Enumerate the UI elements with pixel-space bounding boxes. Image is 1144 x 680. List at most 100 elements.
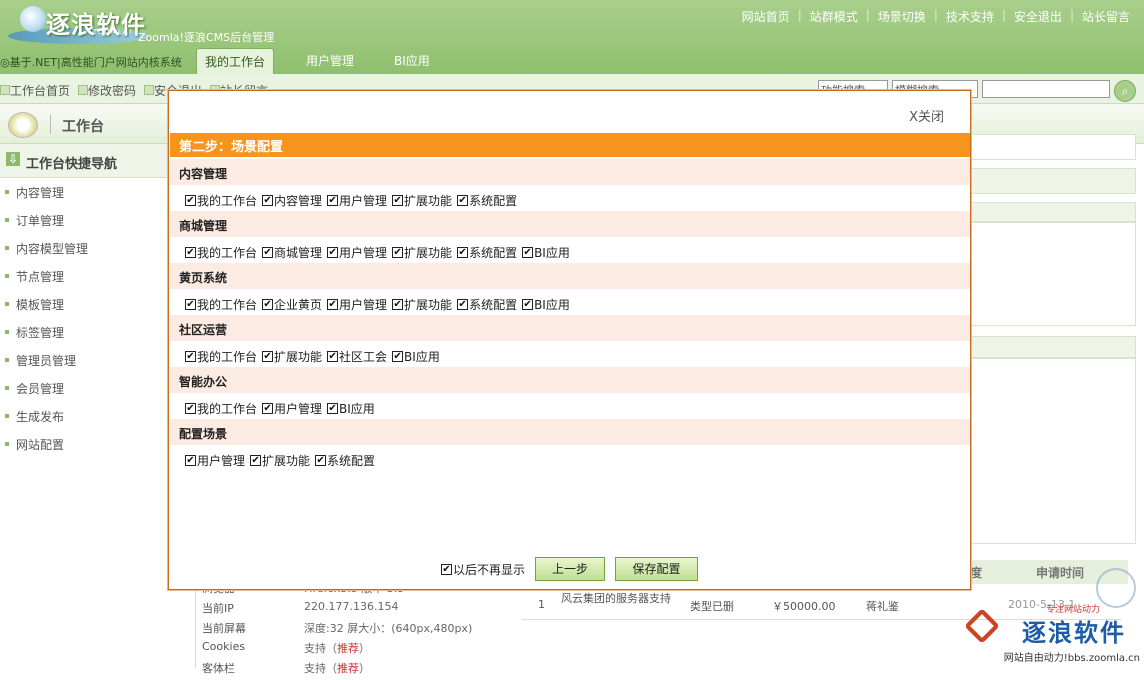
option-checkbox[interactable]: ✔ 企业黄页 [262, 294, 322, 315]
checkbox[interactable]: ✔ [327, 403, 339, 414]
client-info: 浏览器Firefox3.5 版本 3.5 当前IP220.177.136.154… [196, 580, 522, 675]
checkbox[interactable]: ✔ [522, 247, 534, 258]
option-label: 我的工作台 [197, 298, 258, 312]
option-label: 商城管理 [274, 246, 323, 260]
option-checkbox[interactable]: ✔ 我的工作台 [185, 190, 257, 211]
tab-users[interactable]: 用户管理 [298, 48, 362, 74]
top-link-logout[interactable]: 安全退出 [1006, 8, 1070, 25]
section-options: ✔ 我的工作台 ✔ 商城管理 ✔ 用户管理 ✔ 扩展功能 ✔ 系统配置 ✔ BI应用 [170, 237, 970, 263]
option-checkbox[interactable]: ✔ 系统配置 [315, 450, 375, 471]
checkbox[interactable]: ✔ [250, 455, 262, 466]
checkbox[interactable]: ✔ [185, 195, 196, 206]
sidebar-item-publish[interactable]: 生成发布 [0, 402, 195, 430]
checkbox[interactable]: ✔ [262, 195, 274, 206]
checkbox[interactable]: ✔ [457, 195, 469, 206]
option-checkbox[interactable]: ✔ 我的工作台 [185, 294, 257, 315]
option-checkbox[interactable]: ✔ 系统配置 [457, 190, 517, 211]
option-checkbox[interactable]: ✔ 扩展功能 [392, 190, 452, 211]
sidebar-item-content[interactable]: 内容管理 [0, 178, 195, 206]
option-checkbox[interactable]: ✔ 我的工作台 [185, 398, 257, 419]
checkbox[interactable]: ✔ [185, 299, 196, 310]
option-checkbox[interactable]: ✔ 系统配置 [457, 294, 517, 315]
option-checkbox[interactable]: ✔ BI应用 [522, 242, 570, 263]
option-checkbox[interactable]: ✔ 我的工作台 [185, 346, 257, 367]
option-checkbox[interactable]: ✔ 内容管理 [262, 190, 322, 211]
option-checkbox[interactable]: ✔ 社区工会 [327, 346, 387, 367]
option-checkbox[interactable]: ✔ 我的工作台 [185, 242, 257, 263]
checkbox[interactable]: ✔ [185, 403, 196, 414]
option-checkbox[interactable]: ✔ 用户管理 [327, 242, 387, 263]
checkbox[interactable]: ✔ [457, 247, 469, 258]
option-checkbox[interactable]: ✔ 商城管理 [262, 242, 322, 263]
option-label: 我的工作台 [197, 350, 258, 364]
sidebar-item-orders[interactable]: 订单管理 [0, 206, 195, 234]
option-checkbox[interactable]: ✔ 扩展功能 [262, 346, 322, 367]
option-label: 系统配置 [327, 454, 376, 468]
checkbox[interactable]: ✔ [392, 195, 404, 206]
option-checkbox[interactable]: ✔ BI应用 [327, 398, 375, 419]
sub-link-home[interactable]: 工作台首页 [0, 82, 70, 99]
sub-link-password[interactable]: 修改密码 [78, 82, 136, 99]
checkbox[interactable]: ✔ [262, 299, 274, 310]
checkbox[interactable]: ✔ [392, 299, 404, 310]
sidebar-item-members[interactable]: 会员管理 [0, 374, 195, 402]
top-nav: 网站首页 | 站群模式 | 场景切换 | 技术支持 | 安全退出 | 站长留言 [734, 8, 1138, 25]
option-checkbox[interactable]: ✔ 用户管理 [327, 190, 387, 211]
brand-logo-icon [964, 608, 1000, 644]
option-checkbox[interactable]: ✔ BI应用 [522, 294, 570, 315]
checkbox[interactable]: ✔ [392, 351, 404, 362]
option-checkbox[interactable]: ✔ 用户管理 [327, 294, 387, 315]
checkbox[interactable]: ✔ [185, 351, 196, 362]
info-row: 当前IP 220.177.136.154 [202, 600, 399, 615]
scene-section: 智能办公 ✔ 我的工作台 ✔ 用户管理 ✔ BI应用 [170, 367, 970, 419]
top-link-sites[interactable]: 站群模式 [802, 8, 866, 25]
option-checkbox[interactable]: ✔ 扩展功能 [392, 242, 452, 263]
checkbox[interactable]: ✔ [185, 455, 196, 466]
checkbox[interactable]: ✔ [457, 299, 469, 310]
checkbox[interactable]: ✔ [315, 455, 327, 466]
option-checkbox[interactable]: ✔ 用户管理 [185, 450, 245, 471]
checkbox[interactable]: ✔ [262, 351, 274, 362]
close-button[interactable]: X关闭 [909, 106, 944, 125]
checkbox[interactable]: ✔ [262, 247, 274, 258]
checkbox[interactable]: ✔ [392, 247, 404, 258]
option-label: 扩展功能 [262, 454, 311, 468]
search-icon[interactable]: ⌕ [1114, 80, 1136, 102]
checkbox[interactable]: ✔ [441, 564, 452, 575]
top-link-message[interactable]: 站长留言 [1074, 8, 1138, 25]
sidebar-item-nodes[interactable]: 节点管理 [0, 262, 195, 290]
checkbox[interactable]: ✔ [522, 299, 534, 310]
checkbox[interactable]: ✔ [327, 195, 339, 206]
option-checkbox[interactable]: ✔ BI应用 [392, 346, 440, 367]
checkbox[interactable]: ✔ [327, 299, 339, 310]
checkbox[interactable]: ✔ [327, 351, 339, 362]
scene-section: 社区运营 ✔ 我的工作台 ✔ 扩展功能 ✔ 社区工会 ✔ BI应用 [170, 315, 970, 367]
top-link-support[interactable]: 技术支持 [938, 8, 1002, 25]
tab-bi[interactable]: BI应用 [386, 48, 438, 74]
section-options: ✔ 我的工作台 ✔ 用户管理 ✔ BI应用 [170, 393, 970, 419]
sidebar-item-tags[interactable]: 标签管理 [0, 318, 195, 346]
sidebar-item-templates[interactable]: 模板管理 [0, 290, 195, 318]
option-checkbox[interactable]: ✔ 扩展功能 [250, 450, 310, 471]
option-label: 用户管理 [339, 194, 388, 208]
sidebar-item-site-config[interactable]: 网站配置 [0, 430, 195, 458]
search-input[interactable] [982, 80, 1110, 98]
top-link-home[interactable]: 网站首页 [734, 8, 798, 25]
tab-workbench[interactable]: 我的工作台 [196, 48, 275, 74]
sidebar-item-models[interactable]: 内容模型管理 [0, 234, 195, 262]
sidebar-item-admins[interactable]: 管理员管理 [0, 346, 195, 374]
dont-show-again[interactable]: ✔ 以后不再显示 [441, 561, 525, 578]
checkbox[interactable]: ✔ [262, 403, 274, 414]
option-checkbox[interactable]: ✔ 系统配置 [457, 242, 517, 263]
checkbox[interactable]: ✔ [327, 247, 339, 258]
top-link-scene[interactable]: 场景切换 [870, 8, 934, 25]
save-config-button[interactable]: 保存配置 [615, 557, 698, 581]
bg-strip [960, 168, 1136, 194]
option-label: 扩展功能 [274, 350, 323, 364]
option-label: BI应用 [534, 298, 570, 312]
option-checkbox[interactable]: ✔ 用户管理 [262, 398, 322, 419]
checkbox[interactable]: ✔ [185, 247, 196, 258]
option-checkbox[interactable]: ✔ 扩展功能 [392, 294, 452, 315]
prev-step-button[interactable]: 上一步 [535, 557, 605, 581]
info-row: 客体栏 支持（推荐） [202, 662, 370, 675]
